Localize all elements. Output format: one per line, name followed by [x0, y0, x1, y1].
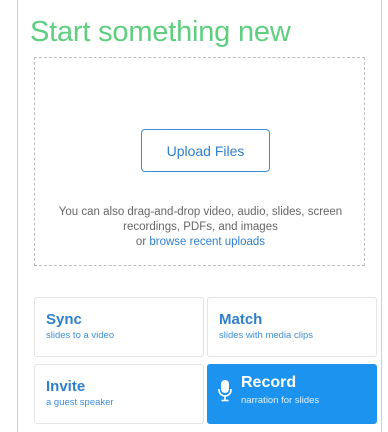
match-title: Match [219, 311, 263, 328]
sync-title: Sync [46, 311, 82, 328]
record-title: Record [241, 374, 297, 391]
record-tile[interactable]: Record narration for slides [207, 364, 377, 424]
page-title: Start something new [30, 16, 291, 48]
microphone-icon [218, 380, 232, 402]
match-tile[interactable]: Match slides with media clips [207, 297, 377, 357]
browse-recent-uploads-link[interactable]: browse recent uploads [149, 236, 265, 248]
upload-dropzone[interactable]: Upload Files You can also drag-and-drop … [34, 57, 365, 266]
match-subtitle: slides with media clips [219, 330, 313, 341]
record-subtitle: narration for slides [241, 395, 320, 406]
dropzone-hint: You can also drag-and-drop video, audio,… [43, 205, 358, 250]
invite-title: Invite [46, 378, 86, 395]
start-panel: Start something new Upload Files You can… [17, 0, 382, 432]
invite-subtitle: a guest speaker [46, 397, 114, 408]
invite-tile[interactable]: Invite a guest speaker [34, 364, 204, 424]
upload-files-button[interactable]: Upload Files [141, 129, 270, 172]
sync-tile[interactable]: Sync slides to a video [34, 297, 204, 357]
dropzone-hint-prefix: or [135, 236, 150, 248]
dropzone-hint-text: You can also drag-and-drop video, audio,… [58, 206, 343, 233]
sync-subtitle: slides to a video [46, 330, 115, 341]
